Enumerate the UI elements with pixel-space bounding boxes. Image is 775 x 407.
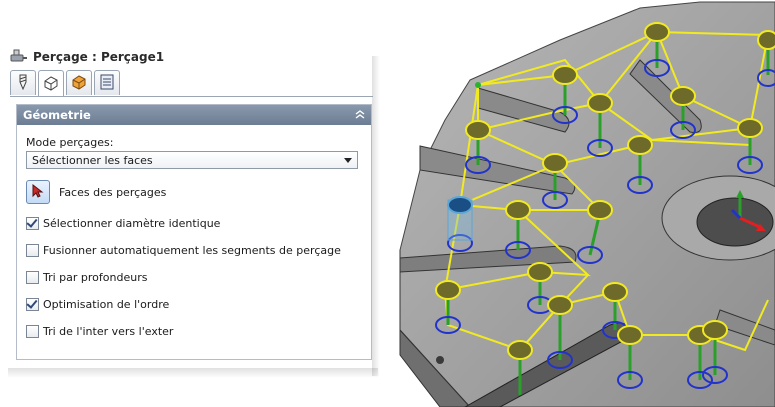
- option-optimize-order[interactable]: Optimisation de l'ordre: [26, 298, 169, 311]
- tab-divider: [10, 96, 373, 97]
- checkbox[interactable]: [26, 217, 39, 230]
- tab-list[interactable]: [94, 70, 120, 95]
- option-sort-depth[interactable]: Tri par profondeurs: [26, 271, 147, 284]
- checkbox[interactable]: [26, 271, 39, 284]
- option-label: Fusionner automatiquement les segments d…: [43, 244, 341, 257]
- list-icon: [100, 74, 114, 93]
- option-sort-inside-out[interactable]: Tri de l'inter vers l'exter: [26, 325, 173, 338]
- part-orange-icon: [71, 74, 87, 93]
- option-same-diameter[interactable]: Sélectionner diamètre identique: [26, 217, 220, 230]
- group-title: Géometrie: [23, 108, 91, 122]
- drill-feature-icon: [10, 48, 28, 67]
- cursor-arrow-icon: [32, 183, 44, 201]
- checkbox[interactable]: [26, 325, 39, 338]
- mode-label: Mode perçages:: [26, 136, 114, 149]
- drill-bit-icon: [16, 74, 30, 93]
- option-label: Sélectionner diamètre identique: [43, 217, 221, 230]
- mode-select[interactable]: Sélectionner les faces: [26, 151, 358, 169]
- tab-tool[interactable]: [10, 70, 36, 95]
- option-label: Optimisation de l'ordre: [43, 298, 170, 311]
- mode-select-value: Sélectionner les faces: [32, 153, 153, 167]
- option-auto-merge[interactable]: Fusionner automatiquement les segments d…: [26, 244, 341, 257]
- select-faces-button[interactable]: [26, 180, 50, 204]
- collapse-chevron-icon[interactable]: [355, 108, 365, 122]
- faces-label: Faces des perçages: [59, 186, 167, 199]
- option-label: Tri de l'inter vers l'exter: [43, 325, 174, 338]
- checkbox[interactable]: [26, 244, 39, 257]
- panel-shadow: [372, 56, 380, 376]
- part-face-icon: [43, 75, 59, 94]
- option-label: Tri par profondeurs: [43, 271, 148, 284]
- tab-bar: [10, 70, 120, 97]
- feature-title-bar: Perçage : Perçage1: [10, 47, 164, 67]
- tab-geometry[interactable]: [38, 70, 64, 97]
- group-header[interactable]: Géometrie: [17, 105, 371, 125]
- tab-part[interactable]: [66, 70, 92, 95]
- panel-shadow: [8, 368, 378, 378]
- checkbox[interactable]: [26, 298, 39, 311]
- feature-title: Perçage : Perçage1: [33, 50, 165, 64]
- chevron-down-icon: [344, 154, 352, 167]
